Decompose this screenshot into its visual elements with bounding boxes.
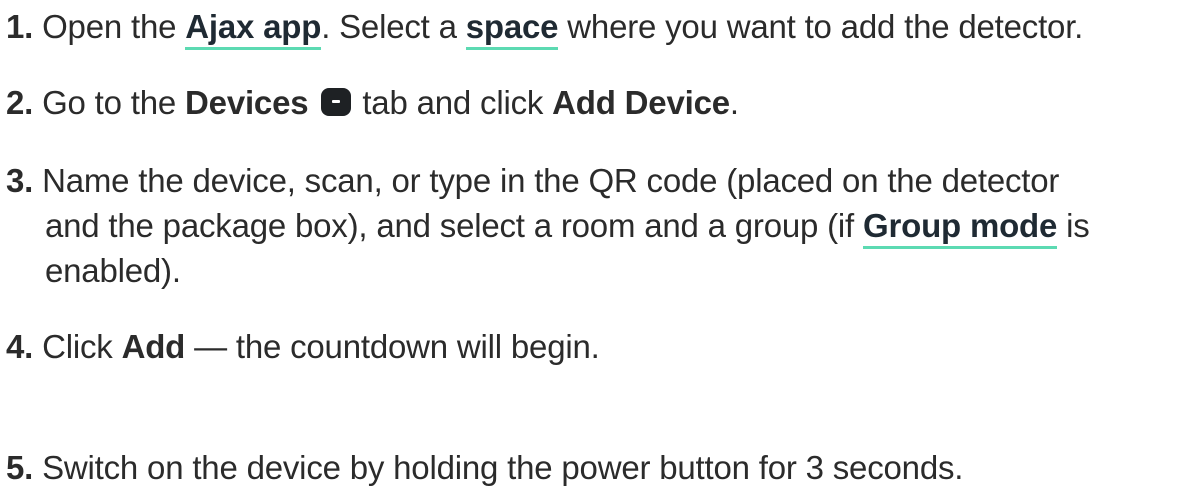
step-number: 1. [6, 8, 34, 45]
step-text: . Select a [321, 8, 466, 45]
ajax-app-link[interactable]: Ajax app [185, 8, 321, 50]
step-text: Name the device, scan, or type in the QR… [42, 162, 1060, 199]
step-text: Click [42, 328, 122, 365]
step-text: and the package box), and select a room … [45, 207, 863, 244]
step-text: enabled). [45, 252, 181, 289]
step-number: 3. [6, 162, 34, 199]
step-number: 5. [6, 449, 34, 486]
add-label: Add [121, 328, 186, 365]
devices-tab-icon [321, 88, 352, 116]
space-link[interactable]: space [465, 8, 559, 50]
step-text: Open the [42, 8, 186, 45]
step-text: tab and click [353, 84, 553, 121]
add-device-label: Add Device [552, 84, 730, 121]
step-4: 4. Click Add — the countdown will begin. [6, 324, 1176, 369]
step-text: where you want to add the detector. [558, 8, 1084, 45]
group-mode-link[interactable]: Group mode [863, 207, 1057, 249]
step-text: Switch on the device by holding the powe… [42, 449, 964, 486]
step-text: Go to the [42, 84, 186, 121]
instruction-steps: 1. Open the Ajax app. Select a space whe… [0, 0, 1186, 494]
step-number: 2. [6, 84, 34, 121]
step-2: 2. Go to the Devices tab and click Add D… [6, 80, 1176, 125]
step-text: . [729, 84, 739, 121]
step-text: — the countdown will begin. [185, 328, 600, 365]
step-number: 4. [6, 328, 34, 365]
step-1: 1. Open the Ajax app. Select a space whe… [6, 4, 1176, 50]
devices-label: Devices [185, 84, 309, 121]
step-5: 5. Switch on the device by holding the p… [6, 445, 1176, 490]
step-text: is [1057, 207, 1090, 244]
step-3: 3. Name the device, scan, or type in the… [6, 158, 1176, 293]
